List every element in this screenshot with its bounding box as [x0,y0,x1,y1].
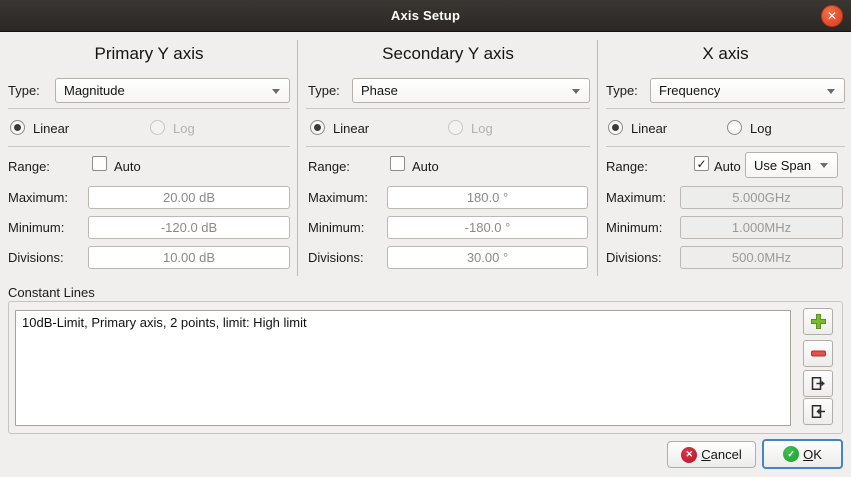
cancel-button[interactable]: ✕ Cancel [667,441,756,468]
divisions-label: Divisions: [8,249,64,266]
x-log-radio[interactable] [727,120,742,135]
minus-icon [809,344,828,363]
secondary-type-select-value: Phase [361,83,398,98]
range-label: Range: [606,158,648,175]
primary-maximum-input[interactable] [88,186,290,209]
constant-lines-list[interactable]: 10dB-Limit, Primary axis, 2 points, limi… [15,310,791,426]
column-divider [597,40,598,276]
separator [606,146,845,147]
close-button[interactable]: ✕ [821,5,843,27]
type-label: Type: [308,82,340,99]
ok-check-glyph: ✓ [787,450,795,459]
divisions-label: Divisions: [308,249,364,266]
plus-icon [809,312,828,331]
x-axis-header: X axis [606,44,845,64]
window-title: Axis Setup [391,8,460,23]
type-label: Type: [606,82,638,99]
separator [606,108,845,109]
close-icon: ✕ [827,10,837,22]
minimum-label: Minimum: [308,219,364,236]
export-icon [810,375,827,392]
primary-auto-checkbox[interactable] [92,156,107,171]
x-axis-section: X axis Type: Frequency Linear Log Range:… [606,40,845,276]
x-span-mode-select-value: Use Span [754,158,811,173]
type-label: Type: [8,82,40,99]
secondary-type-select[interactable]: Phase [352,78,590,103]
cancel-x-glyph: ✕ [685,450,693,459]
x-log-radio-label: Log [750,120,772,137]
x-linear-radio[interactable] [608,120,623,135]
x-span-mode-select[interactable]: Use Span [745,152,838,178]
primary-divisions-input[interactable] [88,246,290,269]
constant-lines-group: 10dB-Limit, Primary axis, 2 points, limi… [8,301,843,434]
primary-log-radio-label: Log [173,120,195,137]
ok-icon: ✓ [783,446,799,462]
secondary-maximum-input[interactable] [387,186,588,209]
secondary-auto-checkbox-label: Auto [412,158,439,175]
chevron-down-icon [272,89,280,94]
primary-log-radio [150,120,165,135]
import-constant-lines-button[interactable] [803,398,833,425]
divisions-label: Divisions: [606,249,662,266]
separator [8,146,290,147]
range-label: Range: [308,158,350,175]
x-auto-checkbox[interactable]: ✓ [694,156,709,171]
import-icon [810,403,827,420]
column-divider [297,40,298,276]
chevron-down-icon [820,163,828,168]
minimum-label: Minimum: [8,219,64,236]
x-linear-radio-label: Linear [631,120,667,137]
check-icon: ✓ [696,158,706,170]
separator [306,108,590,109]
axis-setup-dialog: Axis Setup ✕ Primary Y axis Type: Magnit… [0,0,851,477]
x-auto-checkbox-label: Auto [714,158,741,175]
x-divisions-input [680,246,843,269]
cancel-icon: ✕ [681,447,697,463]
separator [306,146,590,147]
secondary-log-radio [448,120,463,135]
primary-minimum-input[interactable] [88,216,290,239]
primary-type-select-value: Magnitude [64,83,125,98]
ok-button[interactable]: ✓ OK [762,439,843,469]
primary-y-axis-section: Primary Y axis Type: Magnitude Linear Lo… [8,40,290,276]
x-type-select-value: Frequency [659,83,720,98]
secondary-minimum-input[interactable] [387,216,588,239]
export-constant-lines-button[interactable] [803,370,833,397]
primary-type-select[interactable]: Magnitude [55,78,290,103]
secondary-auto-checkbox[interactable] [390,156,405,171]
maximum-label: Maximum: [606,189,666,206]
titlebar[interactable]: Axis Setup ✕ [0,0,851,32]
x-minimum-input [680,216,843,239]
range-label: Range: [8,158,50,175]
primary-linear-radio[interactable] [10,120,25,135]
separator [8,108,290,109]
x-maximum-input [680,186,843,209]
chevron-down-icon [572,89,580,94]
primary-linear-radio-label: Linear [33,120,69,137]
secondary-y-axis-header: Secondary Y axis [306,44,590,64]
secondary-divisions-input[interactable] [387,246,588,269]
secondary-log-radio-label: Log [471,120,493,137]
constant-line-item[interactable]: 10dB-Limit, Primary axis, 2 points, limi… [16,311,790,334]
remove-constant-line-button[interactable] [803,340,833,367]
secondary-linear-radio-label: Linear [333,120,369,137]
x-type-select[interactable]: Frequency [650,78,845,103]
secondary-linear-radio[interactable] [310,120,325,135]
primary-auto-checkbox-label: Auto [114,158,141,175]
secondary-y-axis-section: Secondary Y axis Type: Phase Linear Log … [306,40,590,276]
chevron-down-icon [827,89,835,94]
minimum-label: Minimum: [606,219,662,236]
maximum-label: Maximum: [308,189,368,206]
primary-y-axis-header: Primary Y axis [8,44,290,64]
cancel-button-label: Cancel [701,447,741,462]
add-constant-line-button[interactable] [803,308,833,335]
maximum-label: Maximum: [8,189,68,206]
constant-lines-label: Constant Lines [8,284,95,301]
ok-button-label: OK [803,447,822,462]
